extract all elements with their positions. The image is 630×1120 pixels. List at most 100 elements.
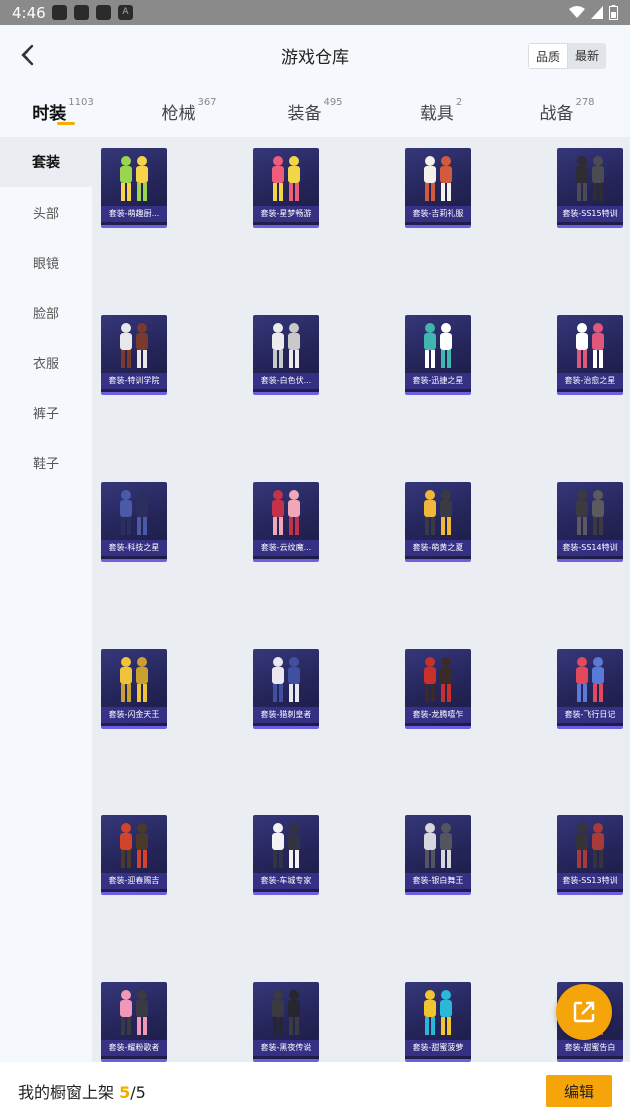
outfit-card[interactable]: 套装-吉莉礼服 [405,148,471,228]
wifi-icon [569,6,585,18]
outfit-name: 套装-科技之星 [101,540,167,556]
outfit-card[interactable]: 套装-耀粉歌者 [101,982,167,1062]
status-bar: 4:46 A [0,0,630,25]
outfit-image [272,490,300,535]
outfit-name: 套装-治愈之星 [557,373,623,389]
outfit-image [120,156,148,201]
share-fab[interactable] [556,984,612,1040]
tab-equipment[interactable]: 装备 495 [252,85,378,137]
tab-count: 278 [575,97,595,108]
sort-option-latest[interactable]: 最新 [568,43,606,69]
outfit-name: 套装-银白舞王 [405,873,471,889]
outfit-name: 套装-萌趣厨... [101,206,167,222]
tab-vehicles[interactable]: 载具 2 [378,85,504,137]
outfit-name: 套装-萌黄之夏 [405,540,471,556]
outfit-image [576,823,604,868]
app-header: 游戏仓库 品质 最新 [0,25,630,85]
sidebar-item-clothes[interactable]: 衣服 [0,337,92,387]
outfit-name: 套装-星梦畅游 [253,206,319,222]
outfit-card[interactable]: 套装-飞行日记 [557,649,623,729]
tab-count: 2 [455,97,463,108]
outfit-image [576,156,604,201]
outfit-name: 套装-飞行日记 [557,707,623,723]
outfit-card[interactable]: 套装-治愈之星 [557,315,623,395]
outfit-image [424,490,452,535]
outfit-name: 套装-黑夜传说 [253,1040,319,1056]
outfit-image [424,156,452,201]
outfit-card[interactable]: 套装-猎刺皇者 [253,649,319,729]
outfit-image [272,657,300,702]
sort-toggle[interactable]: 品质 最新 [527,43,606,69]
signal-icon [591,6,603,19]
outfit-card[interactable]: 套装-SS15特训 [557,148,623,228]
outfit-card[interactable]: 套装-科技之星 [101,482,167,562]
outfit-image [424,323,452,368]
sidebar-item-pants[interactable]: 裤子 [0,387,92,437]
outfit-card[interactable]: 套装-白色伏... [253,315,319,395]
outfit-card[interactable]: 套装-特训学院 [101,315,167,395]
sidebar-item-glasses[interactable]: 眼镜 [0,237,92,287]
outfit-name: 套装-龙腾嘻乍 [405,707,471,723]
outfit-name: 套装-甜蜜告白 [557,1040,623,1056]
outfit-card[interactable]: 套装-黑夜传说 [253,982,319,1062]
tab-count: 495 [323,97,343,108]
outfit-name: 套装-耀粉歌者 [101,1040,167,1056]
outfit-name: 套装-迅捷之星 [405,373,471,389]
showcase-total: 5 [135,1083,146,1102]
outfit-image [120,823,148,868]
outfit-card[interactable]: 套装-星梦畅游 [253,148,319,228]
outfit-image [272,323,300,368]
outfit-name: 套装-车城专家 [253,873,319,889]
outfit-image [272,156,300,201]
sidebar-item-face[interactable]: 脸部 [0,287,92,337]
tab-guns[interactable]: 枪械 367 [126,85,252,137]
battery-icon [609,5,618,20]
sidebar-item-outfits[interactable]: 套装 [0,137,92,187]
notification-icon [96,5,111,20]
status-time: 4:46 [12,3,46,22]
showcase-status: 我的橱窗上架 5/5 [18,1079,146,1103]
outfit-card[interactable]: 套装-萌趣厨... [101,148,167,228]
outfit-name: 套装-甜蜜菠萝 [405,1040,471,1056]
sidebar: 套装 头部 眼镜 脸部 衣服 裤子 鞋子 [0,137,92,1062]
tab-count: 1103 [68,97,94,108]
sort-option-quality[interactable]: 品质 [527,43,568,69]
item-grid: 套装-萌趣厨... 套装-星梦畅游 套装-吉莉礼服套装-SS15特训套装-特训学院套… [92,137,630,1062]
outfit-card[interactable]: 套装-甜蜜菠萝 [405,982,471,1062]
notification-icon [52,5,67,20]
outfit-card[interactable]: 套装-萌黄之夏 [405,482,471,562]
outfit-card[interactable]: 套装-迅捷之星 [405,315,471,395]
outfit-card[interactable]: 套装-SS13特训 [557,815,623,895]
outfit-card[interactable]: 套装-闪金天王 [101,649,167,729]
outfit-name: 套装-闪金天王 [101,707,167,723]
outfit-name: 套装-白色伏... [253,373,319,389]
category-tabs: 时装 1103 枪械 367 装备 495 载具 2 战备 278 [0,85,630,137]
outfit-card[interactable]: 套装-车城专家 [253,815,319,895]
notification-a-icon: A [118,5,133,20]
outfit-card[interactable]: 套装-云纹魔... [253,482,319,562]
outfit-name: 套装-SS14特训 [557,540,623,556]
outfit-image [120,490,148,535]
tab-label: 战备 [539,104,574,124]
outfit-card[interactable]: 套装-龙腾嘻乍 [405,649,471,729]
tab-label: 装备 [287,104,322,124]
notification-icon [74,5,89,20]
tab-combat-supplies[interactable]: 战备 278 [504,85,630,137]
sidebar-item-head[interactable]: 头部 [0,187,92,237]
outfit-card[interactable]: 套装-银白舞王 [405,815,471,895]
active-tab-indicator [57,122,75,125]
outfit-name: 套装-SS15特训 [557,206,623,222]
outfit-image [424,657,452,702]
outfit-name: 套装-迎春赐吉 [101,873,167,889]
tab-label: 载具 [419,104,454,124]
outfit-image [576,490,604,535]
outfit-image [272,823,300,868]
outfit-image [424,990,452,1035]
sidebar-item-shoes[interactable]: 鞋子 [0,437,92,487]
edit-button[interactable]: 编辑 [546,1075,612,1107]
outfit-card[interactable]: 套装-SS14特训 [557,482,623,562]
outfit-image [120,657,148,702]
tab-fashion[interactable]: 时装 1103 [0,85,126,137]
tab-count: 367 [197,97,217,108]
outfit-card[interactable]: 套装-迎春赐吉 [101,815,167,895]
